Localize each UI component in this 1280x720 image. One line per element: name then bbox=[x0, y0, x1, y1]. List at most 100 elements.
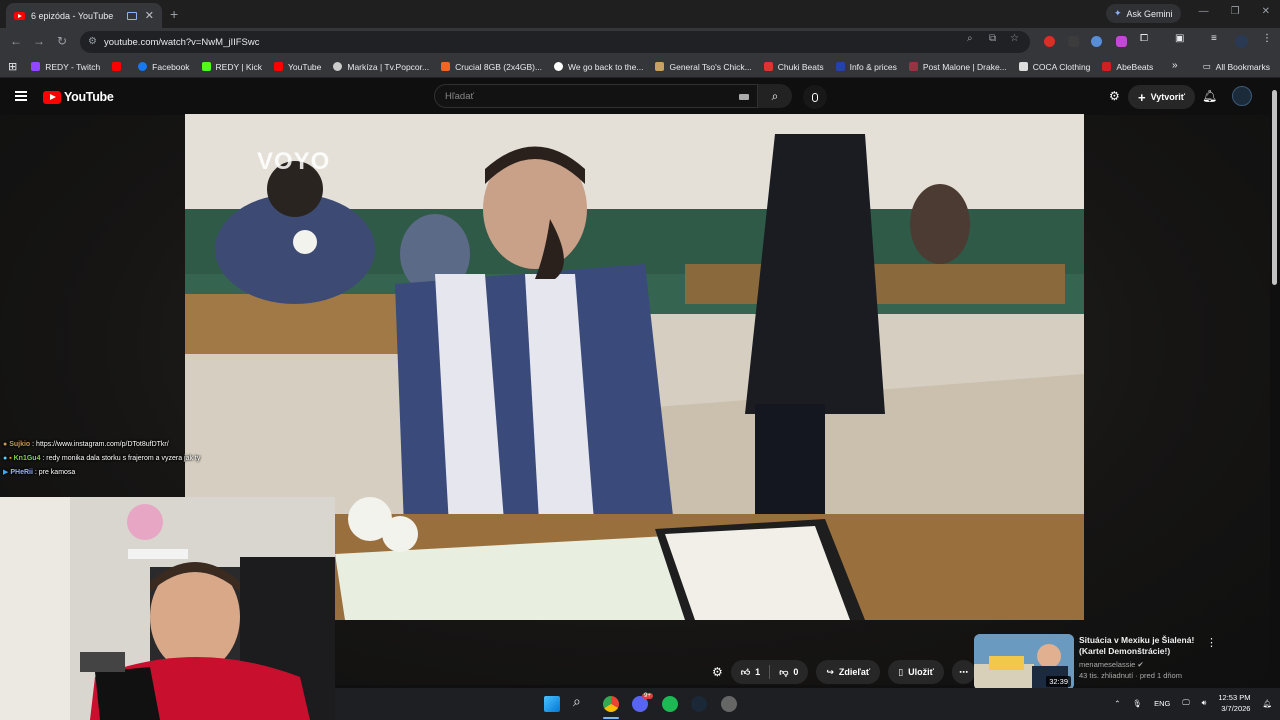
bookmark-favicon-icon bbox=[112, 62, 122, 71]
extension-blue-icon[interactable] bbox=[1091, 36, 1102, 47]
obs-icon[interactable] bbox=[721, 696, 737, 712]
close-window-icon[interactable]: ✕ bbox=[1262, 6, 1270, 17]
maximize-icon[interactable]: ❐ bbox=[1231, 6, 1240, 17]
profile-avatar-icon[interactable] bbox=[1235, 35, 1248, 48]
notification-bell-icon[interactable]: 🔔︎ bbox=[1262, 699, 1272, 708]
bookmark-item[interactable]: Post Malone | Drake... bbox=[908, 62, 1007, 72]
like-dislike-group: 👍︎ 1 👎︎ 0 bbox=[730, 660, 809, 684]
chat-message: ● Sujkio : https://www.instagram.com/p/D… bbox=[3, 438, 333, 452]
bookmark-item[interactable]: Markíza | Tv.Popcor... bbox=[333, 62, 429, 72]
video-thumbnail[interactable]: 32:39 bbox=[974, 634, 1074, 690]
steam-icon[interactable] bbox=[691, 696, 707, 712]
extension-purple-icon[interactable] bbox=[1116, 36, 1127, 47]
tray-overflow-icon[interactable]: ⌃ bbox=[1114, 699, 1120, 708]
youtube-logo[interactable]: YouTube bbox=[43, 90, 114, 104]
dislike-button[interactable]: 👎︎ 0 bbox=[779, 667, 798, 678]
bookmark-item[interactable]: Facebook bbox=[138, 62, 190, 72]
related-video-title[interactable]: Situácia v Mexiku je Šialená! (Kartel De… bbox=[1079, 635, 1207, 657]
like-button[interactable]: 👍︎ 1 bbox=[741, 667, 760, 678]
bookmark-item[interactable]: We go back to the... bbox=[554, 62, 643, 72]
back-icon[interactable]: ← bbox=[10, 34, 22, 48]
discord-badge: 9+ bbox=[642, 693, 653, 699]
related-video-card[interactable]: 32:39 Situácia v Mexiku je Šialená! (Kar… bbox=[974, 634, 1224, 690]
bookmark-item[interactable]: Info & prices bbox=[835, 62, 897, 72]
bookmark-favicon-icon bbox=[908, 62, 918, 71]
tab-close-icon[interactable]: ✕ bbox=[145, 9, 154, 22]
chat-message: ● ▪ Kn1Gu4 : redy monika dala storku s f… bbox=[3, 452, 333, 466]
bookmark-item[interactable]: Chuki Beats bbox=[763, 62, 824, 72]
site-info-icon[interactable]: ⚙ bbox=[88, 36, 97, 47]
bookmark-item[interactable]: Crucial 8GB (2x4GB)... bbox=[441, 62, 542, 72]
extensions-puzzle-icon[interactable]: ⧠ bbox=[1140, 33, 1148, 44]
bookmark-icon: ▯ bbox=[898, 666, 904, 677]
chrome-icon[interactable] bbox=[603, 696, 619, 712]
minimize-icon[interactable]: — bbox=[1199, 6, 1209, 17]
verified-check-icon: ✔ bbox=[1137, 660, 1144, 669]
microphone-icon bbox=[812, 92, 818, 102]
bookmark-item[interactable]: REDY | Kick bbox=[201, 62, 262, 72]
microphone-tray-icon[interactable]: 🎙︎ bbox=[1133, 699, 1143, 708]
youtube-favicon-icon bbox=[14, 11, 25, 20]
side-panel-icon[interactable]: ▣ bbox=[1175, 33, 1184, 44]
taskbar-search-icon[interactable]: ⌕ bbox=[573, 693, 589, 709]
bookmark-item[interactable]: YouTube bbox=[273, 62, 321, 72]
window-controls: — ❐ ✕ bbox=[1199, 6, 1270, 17]
more-actions-button[interactable]: ⋯ bbox=[951, 660, 975, 684]
account-avatar[interactable] bbox=[1232, 86, 1252, 106]
forward-icon[interactable]: → bbox=[33, 34, 45, 48]
bookmarks-overflow-icon[interactable]: » bbox=[1172, 60, 1178, 71]
language-indicator[interactable]: ENG bbox=[1154, 699, 1170, 708]
tab-search-icon[interactable]: ≡ bbox=[1211, 33, 1217, 44]
new-tab-button[interactable]: + bbox=[170, 6, 178, 22]
bookmark-favicon-icon bbox=[835, 62, 845, 71]
settings-gear-icon[interactable]: ⚙ bbox=[1109, 89, 1120, 103]
search-button[interactable]: ⌕ bbox=[758, 84, 792, 108]
extension-gray-icon[interactable] bbox=[1068, 36, 1079, 47]
bookmark-item[interactable]: COCA Clothing bbox=[1018, 62, 1090, 72]
bookmarks-bar: ⊞ REDY - Twitch Facebook REDY | Kick You… bbox=[0, 56, 1280, 78]
youtube-header: YouTube Hľadať ⌕ ⚙ + Vytvoriť 🔔︎ bbox=[0, 79, 1280, 115]
browser-toolbar: ← → ↻ ⚙ youtube.com/watch?v=NwM_jIIFSwc … bbox=[0, 28, 1280, 56]
bookmark-star-icon[interactable]: ☆ bbox=[1010, 33, 1019, 44]
settings-gear-icon[interactable]: ⚙ bbox=[712, 665, 723, 679]
apps-grid-icon[interactable]: ⊞ bbox=[8, 60, 17, 73]
chat-badge-icon: ▪ bbox=[9, 455, 12, 462]
save-button[interactable]: ▯ Uložiť bbox=[888, 660, 944, 684]
reload-icon[interactable]: ↻ bbox=[57, 34, 67, 48]
search-input[interactable]: Hľadať bbox=[434, 84, 758, 108]
create-button[interactable]: + Vytvoriť bbox=[1128, 85, 1196, 109]
chat-text: : redy monika dala storku s frajerom a v… bbox=[42, 455, 201, 462]
bookmark-favicon-icon bbox=[31, 62, 41, 71]
bookmark-item[interactable] bbox=[112, 62, 126, 71]
plus-icon: + bbox=[1138, 89, 1146, 105]
video-options-icon[interactable]: ⋮ bbox=[1206, 636, 1217, 649]
voyo-watermark: VOYO bbox=[257, 148, 331, 175]
volume-icon[interactable]: 🔊︎ bbox=[1202, 698, 1207, 708]
install-app-icon[interactable]: ⧉ bbox=[989, 33, 996, 44]
zoom-icon[interactable]: ⌕ bbox=[967, 33, 973, 44]
thumbs-up-icon: 👍︎ bbox=[740, 666, 751, 677]
media-playing-icon[interactable] bbox=[126, 11, 137, 20]
address-bar[interactable]: ⚙ youtube.com/watch?v=NwM_jIIFSwc bbox=[80, 31, 1030, 53]
extension-red-icon[interactable] bbox=[1044, 36, 1055, 47]
browser-tab[interactable]: 6 epizóda - YouTube ✕ bbox=[6, 3, 162, 28]
windows-start-icon[interactable] bbox=[544, 696, 560, 712]
webcam-frame bbox=[0, 497, 335, 720]
clock[interactable]: 12:53 PM 3/7/2026 bbox=[1218, 692, 1250, 714]
notifications-bell-icon[interactable]: 🔔︎ bbox=[1202, 89, 1217, 103]
voice-search-button[interactable] bbox=[803, 85, 827, 109]
keyboard-icon[interactable] bbox=[739, 94, 749, 100]
all-bookmarks-button[interactable]: ▭ All Bookmarks bbox=[1203, 61, 1270, 72]
spotify-icon[interactable] bbox=[662, 696, 678, 712]
bookmark-item[interactable]: REDY - Twitch bbox=[31, 62, 100, 72]
share-button[interactable]: ↪ Zdieľať bbox=[816, 660, 881, 684]
network-icon[interactable]: 🖵︎ bbox=[1182, 698, 1189, 708]
bookmark-favicon-icon bbox=[763, 62, 773, 71]
related-video-channel[interactable]: menameselassie ✔ bbox=[1079, 660, 1207, 669]
browser-menu-icon[interactable]: ⋮ bbox=[1262, 33, 1272, 44]
bookmark-item[interactable]: General Tso's Chick... bbox=[655, 62, 752, 72]
bookmark-item[interactable]: AbeBeats bbox=[1102, 62, 1153, 72]
page-scrollbar[interactable] bbox=[1272, 90, 1277, 285]
hamburger-menu-icon[interactable] bbox=[15, 91, 27, 101]
ask-gemini-button[interactable]: ✦ Ask Gemini bbox=[1106, 4, 1181, 23]
